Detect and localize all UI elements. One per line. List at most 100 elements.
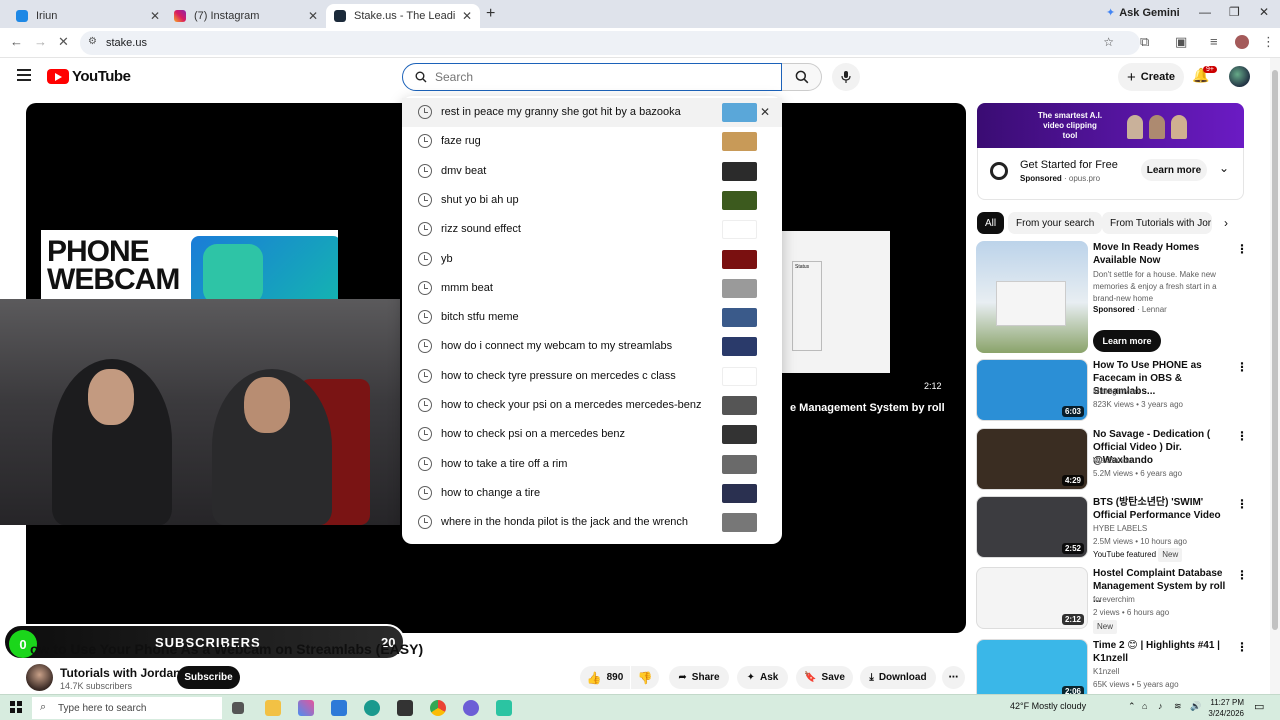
rec-channel[interactable]: foreverchim bbox=[1093, 594, 1227, 606]
task-view-icon[interactable] bbox=[232, 702, 244, 714]
tab-iriun[interactable]: Iriun ✕ bbox=[8, 4, 168, 28]
wifi-icon[interactable]: ≋ bbox=[1174, 701, 1182, 712]
ask-button[interactable]: ✦ Ask bbox=[737, 666, 788, 689]
tray-chevron-icon[interactable]: ⌃ bbox=[1128, 701, 1136, 712]
search-suggestion[interactable]: rizz sound effect bbox=[402, 215, 782, 244]
rec-channel[interactable]: HYBE LABELS bbox=[1093, 523, 1227, 535]
maximize-icon[interactable]: ❐ bbox=[1229, 5, 1240, 19]
weather-widget[interactable]: 42°F Mostly cloudy bbox=[1010, 701, 1086, 711]
voice-search-button[interactable] bbox=[832, 63, 860, 91]
mail-icon[interactable] bbox=[331, 700, 347, 716]
network-icon[interactable]: ⌂ bbox=[1142, 701, 1147, 711]
more-actions-button[interactable]: ⋯ bbox=[942, 666, 965, 689]
minimize-icon[interactable]: — bbox=[1199, 5, 1211, 19]
ad-learn-more-button[interactable]: Learn more bbox=[1141, 159, 1207, 181]
search-suggestion[interactable]: how to check tyre pressure on mercedes c… bbox=[402, 362, 782, 391]
search-suggestion[interactable]: yb bbox=[402, 245, 782, 274]
ad-banner-image[interactable]: The smartest A.I. video clipping tool bbox=[977, 103, 1244, 148]
search-suggestion[interactable]: how to take a tire off a rim bbox=[402, 450, 782, 479]
like-button[interactable]: 👍 890 bbox=[580, 666, 630, 689]
chrome-icon[interactable] bbox=[430, 700, 446, 716]
tab-search-icon[interactable]: ▣ bbox=[1175, 34, 1187, 50]
copilot-icon[interactable] bbox=[298, 700, 314, 716]
more-vertical-icon[interactable]: ⋮ bbox=[1236, 640, 1248, 654]
search-suggestion[interactable]: faze rug bbox=[402, 127, 782, 156]
search-suggestion[interactable]: how to check psi on a mercedes benz bbox=[402, 420, 782, 449]
scrollbar-thumb[interactable] bbox=[1272, 70, 1278, 630]
browser-menu-icon[interactable]: ⋮ bbox=[1262, 34, 1275, 50]
create-button[interactable]: + Create bbox=[1118, 63, 1184, 91]
notification-center-icon[interactable]: ▭ bbox=[1254, 700, 1264, 713]
tab-stake[interactable]: Stake.us - The Leading Social C ✕ bbox=[326, 4, 480, 28]
address-bar[interactable]: ⚙ stake.us ☆ bbox=[80, 31, 1140, 55]
search-suggestion[interactable]: where in the honda pilot is the jack and… bbox=[402, 508, 782, 537]
more-vertical-icon[interactable]: ⋮ bbox=[1236, 429, 1248, 443]
subscribe-button[interactable]: Subscribe bbox=[177, 666, 240, 689]
stop-loading-icon[interactable]: ✕ bbox=[58, 34, 69, 50]
streamlabs-icon[interactable] bbox=[496, 700, 512, 716]
channel-avatar[interactable] bbox=[26, 664, 53, 691]
close-tab-icon[interactable]: ✕ bbox=[150, 9, 160, 23]
youtube-logo[interactable]: YouTube bbox=[47, 68, 131, 85]
file-explorer-icon[interactable] bbox=[265, 700, 281, 716]
recommended-video[interactable]: 2:52 BTS (방탄소년단) 'SWIM' Official Performa… bbox=[976, 496, 1266, 562]
ask-gemini-button[interactable]: ✦ Ask Gemini bbox=[1106, 6, 1180, 20]
search-suggestion[interactable]: rest in peace my granny she got hit by a… bbox=[402, 98, 782, 127]
more-vertical-icon[interactable]: ⋮ bbox=[1236, 568, 1248, 582]
search-box[interactable] bbox=[402, 63, 782, 91]
dislike-button[interactable]: 👎 bbox=[631, 666, 659, 689]
save-button[interactable]: 🔖 Save bbox=[796, 666, 853, 689]
chevron-right-icon[interactable]: › bbox=[1224, 216, 1228, 230]
new-tab-icon[interactable]: + bbox=[486, 5, 495, 23]
rec-channel[interactable]: K1nzell bbox=[1093, 666, 1227, 678]
rec-channel[interactable]: MidnightMan bbox=[1093, 386, 1227, 398]
search-suggestion[interactable]: mmm beat bbox=[402, 274, 782, 303]
remove-suggestion-icon[interactable]: ✕ bbox=[760, 105, 770, 119]
rec-channel[interactable]: WaxBando bbox=[1093, 455, 1227, 467]
recommended-video[interactable]: 6:03 How To Use PHONE as Facecam in OBS &… bbox=[976, 359, 1266, 423]
more-vertical-icon[interactable]: ⋮ bbox=[1236, 360, 1248, 374]
page-scrollbar[interactable] bbox=[1270, 58, 1280, 694]
extensions-icon[interactable]: ⧉ bbox=[1140, 34, 1149, 50]
site-info-icon[interactable]: ⚙ bbox=[88, 36, 97, 47]
system-clock[interactable]: 11:27 PM 3/24/2026 bbox=[1208, 697, 1244, 719]
search-suggestion[interactable]: shut yo bi ah up bbox=[402, 186, 782, 215]
chip-all[interactable]: All bbox=[977, 212, 1005, 234]
chip-from-tutorials[interactable]: From Tutorials with Jor bbox=[1102, 212, 1212, 234]
bookmark-star-icon[interactable]: ☆ bbox=[1103, 35, 1114, 49]
windows-start-icon[interactable] bbox=[10, 701, 22, 713]
chip-from-your-search[interactable]: From your search bbox=[1008, 212, 1103, 234]
share-button[interactable]: ➦ Share bbox=[669, 666, 729, 689]
account-avatar[interactable] bbox=[1229, 66, 1250, 87]
sponsored-recommendation[interactable]: Move In Ready Homes Available Now Don't … bbox=[976, 241, 1266, 353]
more-vertical-icon[interactable]: ⋮ bbox=[1236, 242, 1248, 256]
close-window-icon[interactable]: ✕ bbox=[1259, 5, 1269, 19]
search-suggestion[interactable]: how to check your psi on a mercedes merc… bbox=[402, 391, 782, 420]
media-control-icon[interactable]: ≡ bbox=[1210, 34, 1218, 49]
more-vertical-icon[interactable]: ⋮ bbox=[1236, 497, 1248, 511]
discord-icon[interactable] bbox=[463, 700, 479, 716]
store-icon[interactable] bbox=[397, 700, 413, 716]
profile-avatar[interactable] bbox=[1235, 35, 1249, 49]
tab-instagram[interactable]: (7) Instagram ✕ bbox=[166, 4, 326, 28]
search-input[interactable] bbox=[435, 70, 765, 84]
channel-name[interactable]: Tutorials with Jordan bbox=[60, 666, 180, 680]
search-suggestion[interactable]: how to change a tire bbox=[402, 479, 782, 508]
recommended-video[interactable]: 2:12 Hostel Complaint Database Management… bbox=[976, 567, 1266, 634]
ad-title[interactable]: Get Started for Free bbox=[1020, 159, 1118, 171]
mic-tray-icon[interactable]: ♪ bbox=[1158, 701, 1163, 711]
hamburger-menu-icon[interactable] bbox=[17, 69, 31, 81]
back-icon[interactable]: ← bbox=[10, 34, 23, 49]
forward-icon[interactable]: → bbox=[34, 34, 47, 49]
download-button[interactable]: ⤓ Download bbox=[860, 666, 936, 689]
chevron-down-icon[interactable]: ⌄ bbox=[1219, 161, 1229, 175]
close-tab-icon[interactable]: ✕ bbox=[462, 9, 472, 23]
learn-more-button[interactable]: Learn more bbox=[1093, 330, 1161, 352]
edge-icon[interactable] bbox=[364, 700, 380, 716]
search-suggestion[interactable]: bitch stfu meme bbox=[402, 303, 782, 332]
search-suggestion[interactable]: how do i connect my webcam to my streaml… bbox=[402, 332, 782, 361]
taskbar-search-box[interactable]: ⌕ Type here to search bbox=[32, 697, 222, 719]
recommended-video[interactable]: 4:29 No Savage - Dedication ( Official Vi… bbox=[976, 428, 1266, 492]
close-tab-icon[interactable]: ✕ bbox=[308, 9, 318, 23]
search-suggestion[interactable]: dmv beat bbox=[402, 157, 782, 186]
